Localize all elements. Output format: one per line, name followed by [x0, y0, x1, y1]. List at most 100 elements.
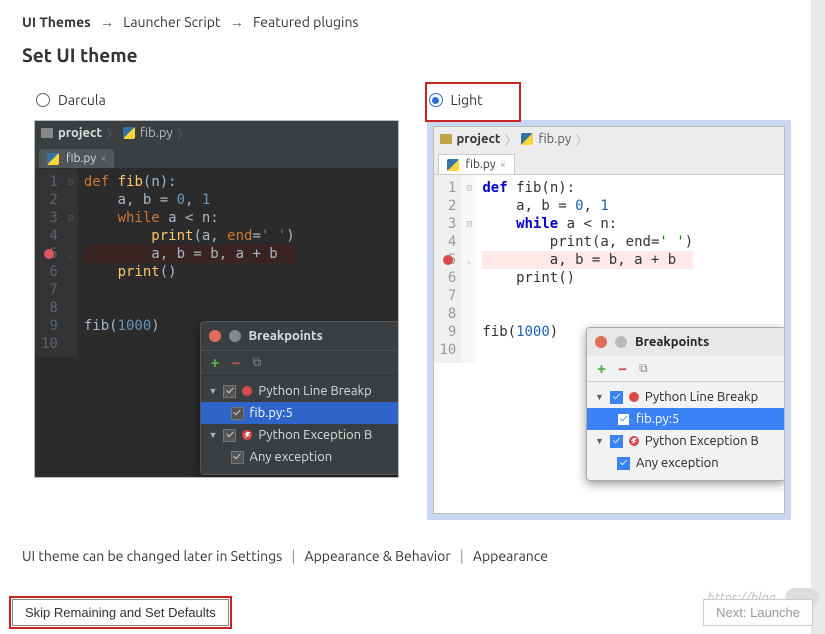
radio-label: Darcula [58, 92, 106, 108]
skip-defaults-button[interactable]: Skip Remaining and Set Defaults [12, 599, 229, 626]
breakpoints-popup[interactable]: Breakpoints + − ⧉ ▼ ✓ Python Line Breakp [200, 321, 399, 475]
popup-titlebar[interactable]: Breakpoints [201, 322, 399, 350]
python-file-icon [521, 133, 533, 145]
editor-tab-active[interactable]: fib.py × [39, 149, 114, 168]
exception-breakpoint-icon [629, 436, 639, 446]
line-number: 5 [440, 251, 457, 269]
theme-option-darcula[interactable]: Darcula project 〉 fib.py 〉 fib.py × 1 [34, 80, 399, 520]
line-number: 4 [41, 227, 58, 245]
close-icon[interactable]: × [100, 153, 106, 165]
close-icon[interactable] [209, 330, 221, 342]
exception-breakpoint-icon [242, 430, 252, 440]
editor-tab-active[interactable]: fib.py × [438, 154, 515, 174]
chevron-right-icon: 〉 [575, 130, 588, 149]
chevron-down-icon[interactable]: ▼ [595, 436, 604, 446]
group-label: Python Exception B [645, 434, 759, 448]
fold-toggle-icon[interactable]: ⊟ [462, 215, 476, 233]
chevron-down-icon[interactable]: ▼ [209, 386, 218, 396]
add-breakpoint-button[interactable]: + [211, 354, 220, 372]
line-number: 3 [41, 209, 58, 227]
checkbox-icon[interactable]: ✓ [617, 413, 630, 426]
checkbox-icon[interactable]: ✓ [223, 385, 236, 398]
breadcrumb-step: Featured plugins [253, 14, 359, 30]
breakpoint-icon[interactable] [44, 249, 54, 259]
breakpoints-tree: ▼ ✓ Python Line Breakp ✓ fib.py:5 ▼ ✓ Py… [587, 382, 785, 480]
chevron-down-icon[interactable]: ▼ [595, 392, 604, 402]
fold-column: ⊟ ⊟ ⌞ [462, 175, 476, 363]
line-number: 9 [41, 317, 58, 335]
breakpoint-label: Any exception [636, 456, 719, 470]
group-by-icon[interactable]: ⧉ [253, 356, 262, 370]
line-number: 6 [440, 269, 457, 287]
checkbox-icon[interactable]: ✓ [223, 429, 236, 442]
line-breakpoint-icon [629, 392, 639, 402]
window-right-strip [811, 0, 825, 634]
fold-toggle-icon[interactable]: ⊟ [64, 173, 78, 191]
line-number: 2 [41, 191, 58, 209]
editor-gutter: 1 2 3 4 5 6 7 8 9 10 [434, 175, 463, 363]
breadcrumb-step-current: UI Themes [22, 14, 91, 30]
theme-preview-darcula: project 〉 fib.py 〉 fib.py × 1 2 3 4 [34, 120, 399, 478]
fold-end-icon: ⌞ [462, 251, 476, 269]
breakpoint-group[interactable]: ▼ ✓ Python Exception B [201, 424, 399, 446]
separator-icon: | [460, 548, 464, 564]
theme-option-light[interactable]: Light project 〉 fib.py 〉 fib.py × [427, 80, 792, 520]
minimize-icon[interactable] [615, 336, 627, 348]
page-title: Set UI theme [0, 36, 825, 80]
breakpoint-item[interactable]: ✓ fib.py:5 [587, 408, 785, 430]
popup-titlebar[interactable]: Breakpoints [587, 328, 785, 356]
breakpoints-tree: ▼ ✓ Python Line Breakp ✓ fib.py:5 ▼ ✓ Py… [201, 376, 399, 474]
editor-tabbar: fib.py × [35, 145, 398, 169]
line-number: 7 [41, 281, 58, 299]
python-file-icon [47, 153, 59, 165]
theme-preview-light: project 〉 fib.py 〉 fib.py × 1 2 3 4 [433, 126, 786, 514]
breakpoint-group[interactable]: ▼ ✓ Python Line Breakp [587, 386, 785, 408]
line-number: 8 [440, 305, 457, 323]
breakpoint-icon[interactable] [443, 255, 453, 265]
line-number: 6 [41, 263, 58, 281]
breakpoint-group[interactable]: ▼ ✓ Python Exception B [587, 430, 785, 452]
breakpoint-item[interactable]: ✓ Any exception [201, 446, 399, 468]
popup-toolbar: + − ⧉ [587, 356, 785, 382]
remove-breakpoint-button[interactable]: − [618, 360, 627, 378]
checkbox-icon[interactable]: ✓ [610, 391, 623, 404]
wizard-breadcrumb: UI Themes → Launcher Script → Featured p… [0, 0, 825, 36]
group-by-icon[interactable]: ⧉ [639, 362, 648, 376]
close-icon[interactable] [595, 336, 607, 348]
editor-breadcrumb: project 〉 fib.py 〉 [35, 121, 398, 145]
breakpoints-popup[interactable]: Breakpoints + − ⧉ ▼ ✓ Python Line Breakp [586, 327, 785, 481]
checkbox-icon[interactable]: ✓ [617, 457, 630, 470]
chevron-down-icon[interactable]: ▼ [209, 430, 218, 440]
python-file-icon [123, 127, 135, 139]
checkbox-icon[interactable]: ✓ [610, 435, 623, 448]
breakpoint-group[interactable]: ▼ ✓ Python Line Breakp [201, 380, 399, 402]
chevron-right-icon: 〉 [504, 130, 517, 149]
fold-toggle-icon[interactable]: ⊟ [462, 179, 476, 197]
chevron-right-icon: → [230, 14, 244, 30]
fold-end-icon: ⌞ [64, 245, 78, 263]
line-number: 9 [440, 323, 457, 341]
next-step-button[interactable]: Next: Launche [703, 599, 813, 626]
add-breakpoint-button[interactable]: + [597, 360, 606, 378]
checkbox-icon[interactable]: ✓ [231, 407, 244, 420]
radio-darcula[interactable] [36, 93, 50, 107]
breakpoint-label: fib.py:5 [250, 406, 293, 420]
popup-toolbar: + − ⧉ [201, 350, 399, 376]
fold-toggle-icon[interactable]: ⊟ [64, 209, 78, 227]
remove-breakpoint-button[interactable]: − [232, 354, 241, 372]
chevron-right-icon: 〉 [177, 124, 190, 143]
breakpoint-label: Any exception [250, 450, 333, 464]
checkbox-icon[interactable]: ✓ [231, 451, 244, 464]
project-label: project [457, 132, 501, 146]
folder-icon [41, 128, 53, 138]
line-number: 5 [41, 245, 58, 263]
minimize-icon[interactable] [229, 330, 241, 342]
chevron-right-icon: 〉 [106, 124, 119, 143]
breakpoint-item[interactable]: ✓ fib.py:5 [201, 402, 399, 424]
radio-light[interactable] [429, 93, 443, 107]
breakpoint-item[interactable]: ✓ Any exception [587, 452, 785, 474]
line-number: 10 [440, 341, 457, 359]
line-breakpoint-icon [242, 386, 252, 396]
close-icon[interactable]: × [500, 159, 506, 171]
line-number: 1 [41, 173, 58, 191]
